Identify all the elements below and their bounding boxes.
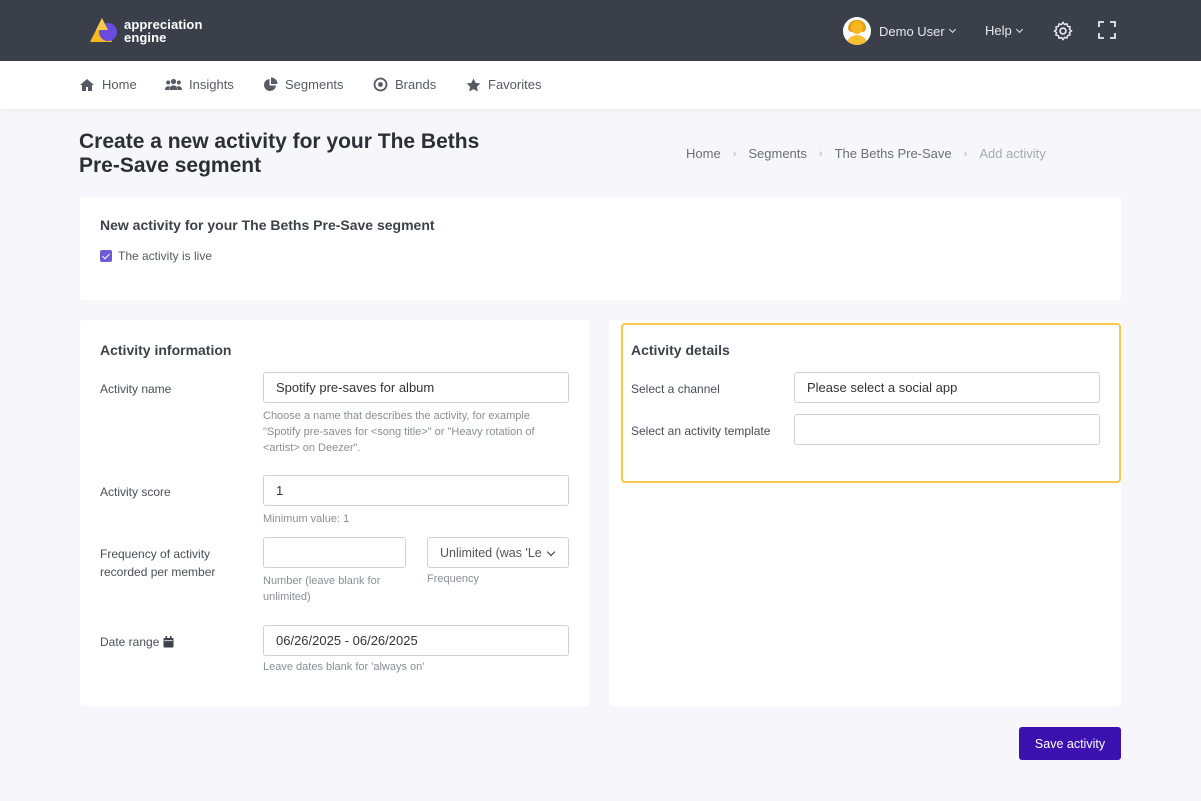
template-select[interactable] (794, 414, 1100, 445)
frequency-select[interactable]: Unlimited (was 'Le (427, 537, 569, 568)
activity-status-card (80, 197, 1121, 300)
top-bar: appreciation engine Demo User Help (0, 0, 1201, 61)
breadcrumb: Home › Segments › The Beths Pre-Save › A… (686, 146, 1046, 161)
nav-item-label: Insights (189, 77, 234, 92)
calendar-icon (163, 636, 174, 648)
brand-name: appreciation engine (124, 18, 203, 44)
frequency-label: Frequency of activity recorded per membe… (100, 547, 216, 579)
frequency-number-input[interactable] (263, 537, 406, 568)
nav-item-brands[interactable]: Brands (373, 77, 436, 92)
date-range-help: Leave dates blank for 'always on' (263, 661, 425, 673)
status-card-title: New activity for your The Beths Pre-Save… (100, 217, 435, 233)
chevron-right-icon: › (818, 147, 823, 160)
breadcrumb-segment[interactable]: The Beths Pre-Save (835, 146, 952, 161)
nav-item-insights[interactable]: Insights (165, 77, 234, 92)
fullscreen-icon[interactable] (1098, 21, 1116, 39)
star-icon (466, 78, 481, 91)
users-icon (165, 78, 182, 90)
avatar[interactable] (843, 17, 871, 45)
activity-information-title: Activity information (100, 342, 232, 358)
date-range-label: Date range (100, 635, 160, 649)
breadcrumb-current: Add activity (979, 146, 1046, 161)
activity-score-input[interactable]: 1 (263, 475, 569, 506)
nav-item-segments[interactable]: Segments (263, 77, 344, 92)
chevron-right-icon: › (732, 147, 737, 160)
main-nav: Home Insights Segments Brands Favorites (0, 61, 1201, 109)
activity-details-title: Activity details (631, 342, 730, 358)
nav-item-label: Segments (285, 77, 344, 92)
activity-live-checkbox[interactable] (100, 250, 112, 262)
channel-select[interactable]: Please select a social app (794, 372, 1100, 403)
breadcrumb-home[interactable]: Home (686, 146, 721, 161)
page-title: Create a new activity for your The Beths… (79, 130, 480, 177)
chevron-down-icon (1015, 25, 1023, 33)
frequency-select-help: Frequency (427, 573, 479, 585)
help-label: Help (985, 23, 1012, 38)
brand-name-line2: engine (124, 30, 167, 45)
frequency-number-help: Number (leave blank for unlimited) (263, 575, 381, 603)
activity-live-label[interactable]: The activity is live (118, 249, 212, 263)
chevron-down-icon (546, 547, 556, 557)
user-menu[interactable]: Demo User (843, 16, 956, 46)
channel-label: Select a channel (631, 382, 720, 396)
user-name: Demo User (879, 23, 945, 39)
template-label: Select an activity template (631, 424, 771, 438)
gear-icon[interactable] (1052, 20, 1074, 42)
chevron-right-icon: › (963, 147, 968, 160)
nav-item-label: Home (102, 77, 137, 92)
home-icon (80, 78, 94, 91)
target-icon (373, 77, 388, 92)
pie-chart-icon (264, 77, 278, 91)
activity-name-label: Activity name (100, 382, 172, 396)
help-menu[interactable]: Help (985, 23, 1023, 38)
nav-item-favorites[interactable]: Favorites (466, 77, 541, 92)
frequency-select-value: Unlimited (was 'Le (440, 545, 542, 560)
activity-score-help: Minimum value: 1 (263, 513, 350, 525)
nav-item-label: Favorites (488, 77, 542, 92)
chevron-down-icon (948, 25, 956, 34)
nav-item-label: Brands (395, 77, 437, 92)
activity-name-input[interactable]: Spotify pre-saves for album (263, 372, 569, 403)
breadcrumb-segments[interactable]: Segments (748, 146, 807, 161)
nav-item-home[interactable]: Home (79, 77, 137, 92)
date-range-input[interactable]: 06/26/2025 - 06/26/2025 (263, 625, 569, 656)
date-range-label-wrap: Date range (100, 633, 174, 651)
logo-mark-icon (90, 18, 117, 42)
save-activity-button[interactable]: Save activity (1019, 727, 1121, 760)
activity-score-label: Activity score (100, 485, 171, 499)
brand-logo[interactable]: appreciation engine (88, 16, 218, 46)
activity-name-help: Choose a name that describes the activit… (263, 410, 535, 454)
